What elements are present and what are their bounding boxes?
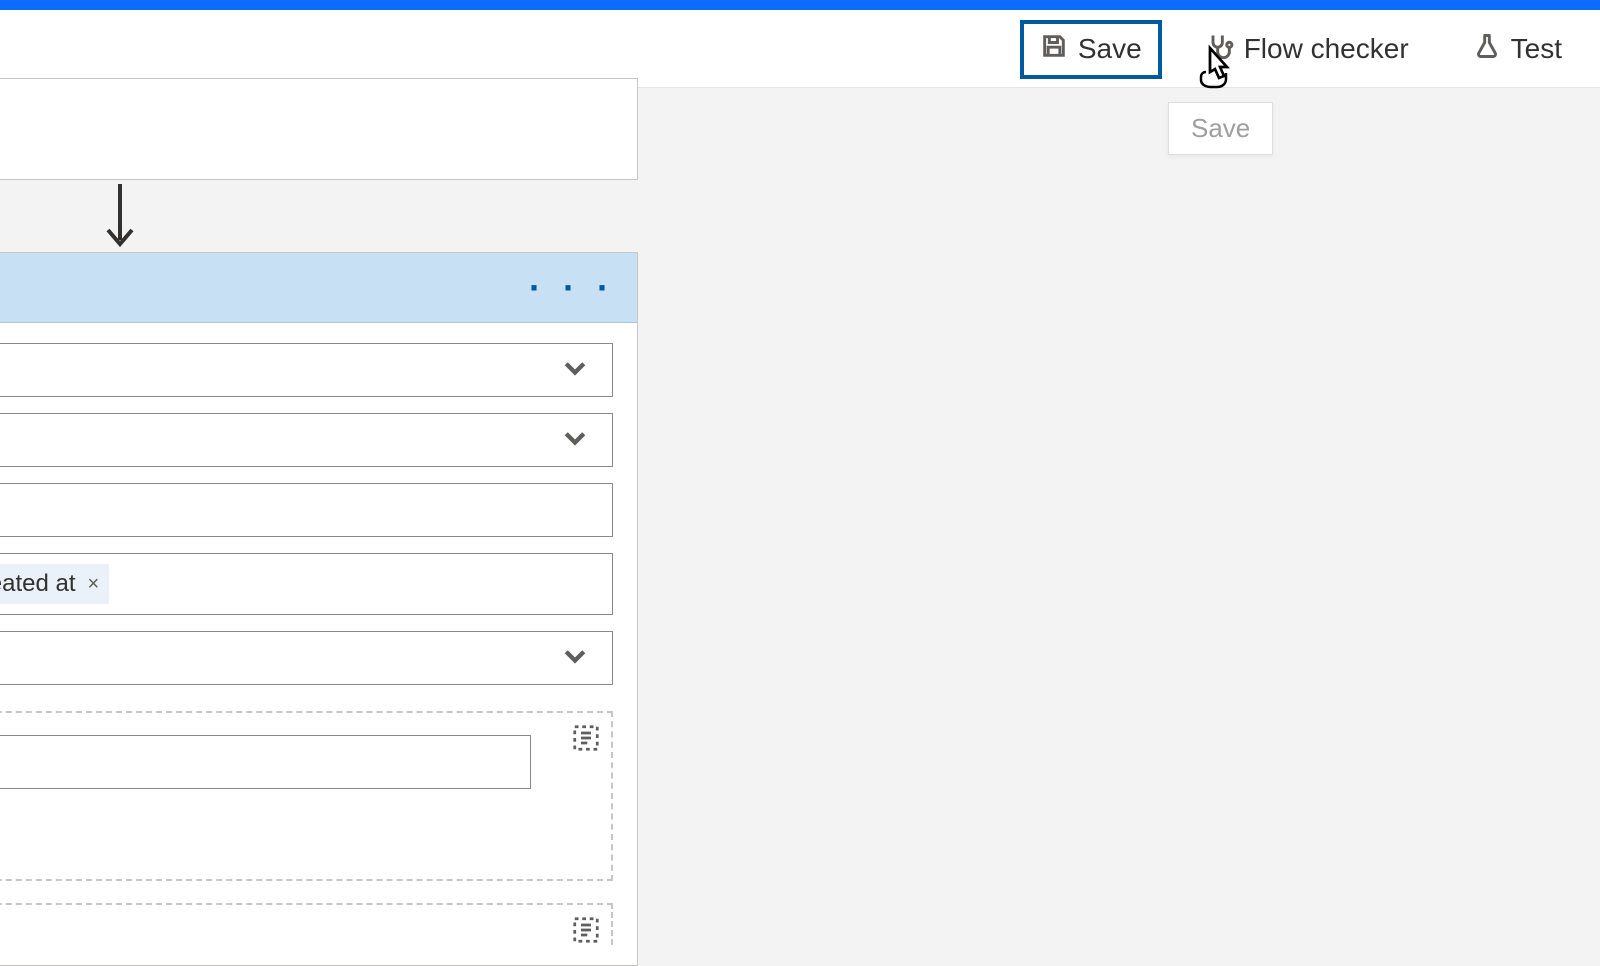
dynamic-content-icon[interactable] xyxy=(571,915,601,950)
command-bar: Save Flow checker Test xyxy=(0,10,1600,88)
connector-arrow-icon xyxy=(102,182,138,257)
token-field-1[interactable]: .) × xyxy=(0,483,613,537)
test-button-label: Test xyxy=(1511,33,1562,65)
token-label: Created at xyxy=(0,570,76,598)
window-top-accent xyxy=(0,0,1600,10)
test-button[interactable]: Test xyxy=(1453,20,1582,79)
save-button-label: Save xyxy=(1078,33,1142,65)
dropdown-field-1[interactable] xyxy=(0,343,613,397)
token-field-2[interactable]: xt × User name × Created at × xyxy=(0,553,613,615)
chevron-down-icon xyxy=(560,423,590,458)
action-card-body: .) × xt × User name × xyxy=(0,323,637,965)
flow-canvas: · · · .) × xt xyxy=(0,88,1600,900)
action-card-header[interactable]: · · · xyxy=(0,253,637,323)
previous-step-card[interactable] xyxy=(0,78,638,180)
flow-checker-label: Flow checker xyxy=(1244,33,1409,65)
chevron-down-icon xyxy=(560,353,590,388)
twitter-token-createdat[interactable]: Created at × xyxy=(0,564,109,604)
dynamic-content-area-1[interactable] xyxy=(0,711,613,881)
dynamic-dropdown[interactable] xyxy=(0,735,531,789)
beaker-icon xyxy=(1473,32,1501,67)
flow-checker-button[interactable]: Flow checker xyxy=(1186,20,1429,79)
dropdown-field-2[interactable] xyxy=(0,413,613,467)
save-button[interactable]: Save xyxy=(1020,20,1162,79)
save-icon xyxy=(1040,32,1068,67)
command-bar-right: Save Flow checker Test xyxy=(1020,10,1592,88)
stethoscope-icon xyxy=(1206,32,1234,67)
dropdown-field-3[interactable] xyxy=(0,631,613,685)
chevron-down-icon xyxy=(560,641,590,676)
card-more-actions[interactable]: · · · xyxy=(529,267,615,309)
dynamic-content-icon[interactable] xyxy=(571,723,601,758)
remove-token-icon[interactable]: × xyxy=(84,573,100,596)
dynamic-content-area-2[interactable] xyxy=(0,903,613,945)
action-card: · · · .) × xt xyxy=(0,252,638,966)
